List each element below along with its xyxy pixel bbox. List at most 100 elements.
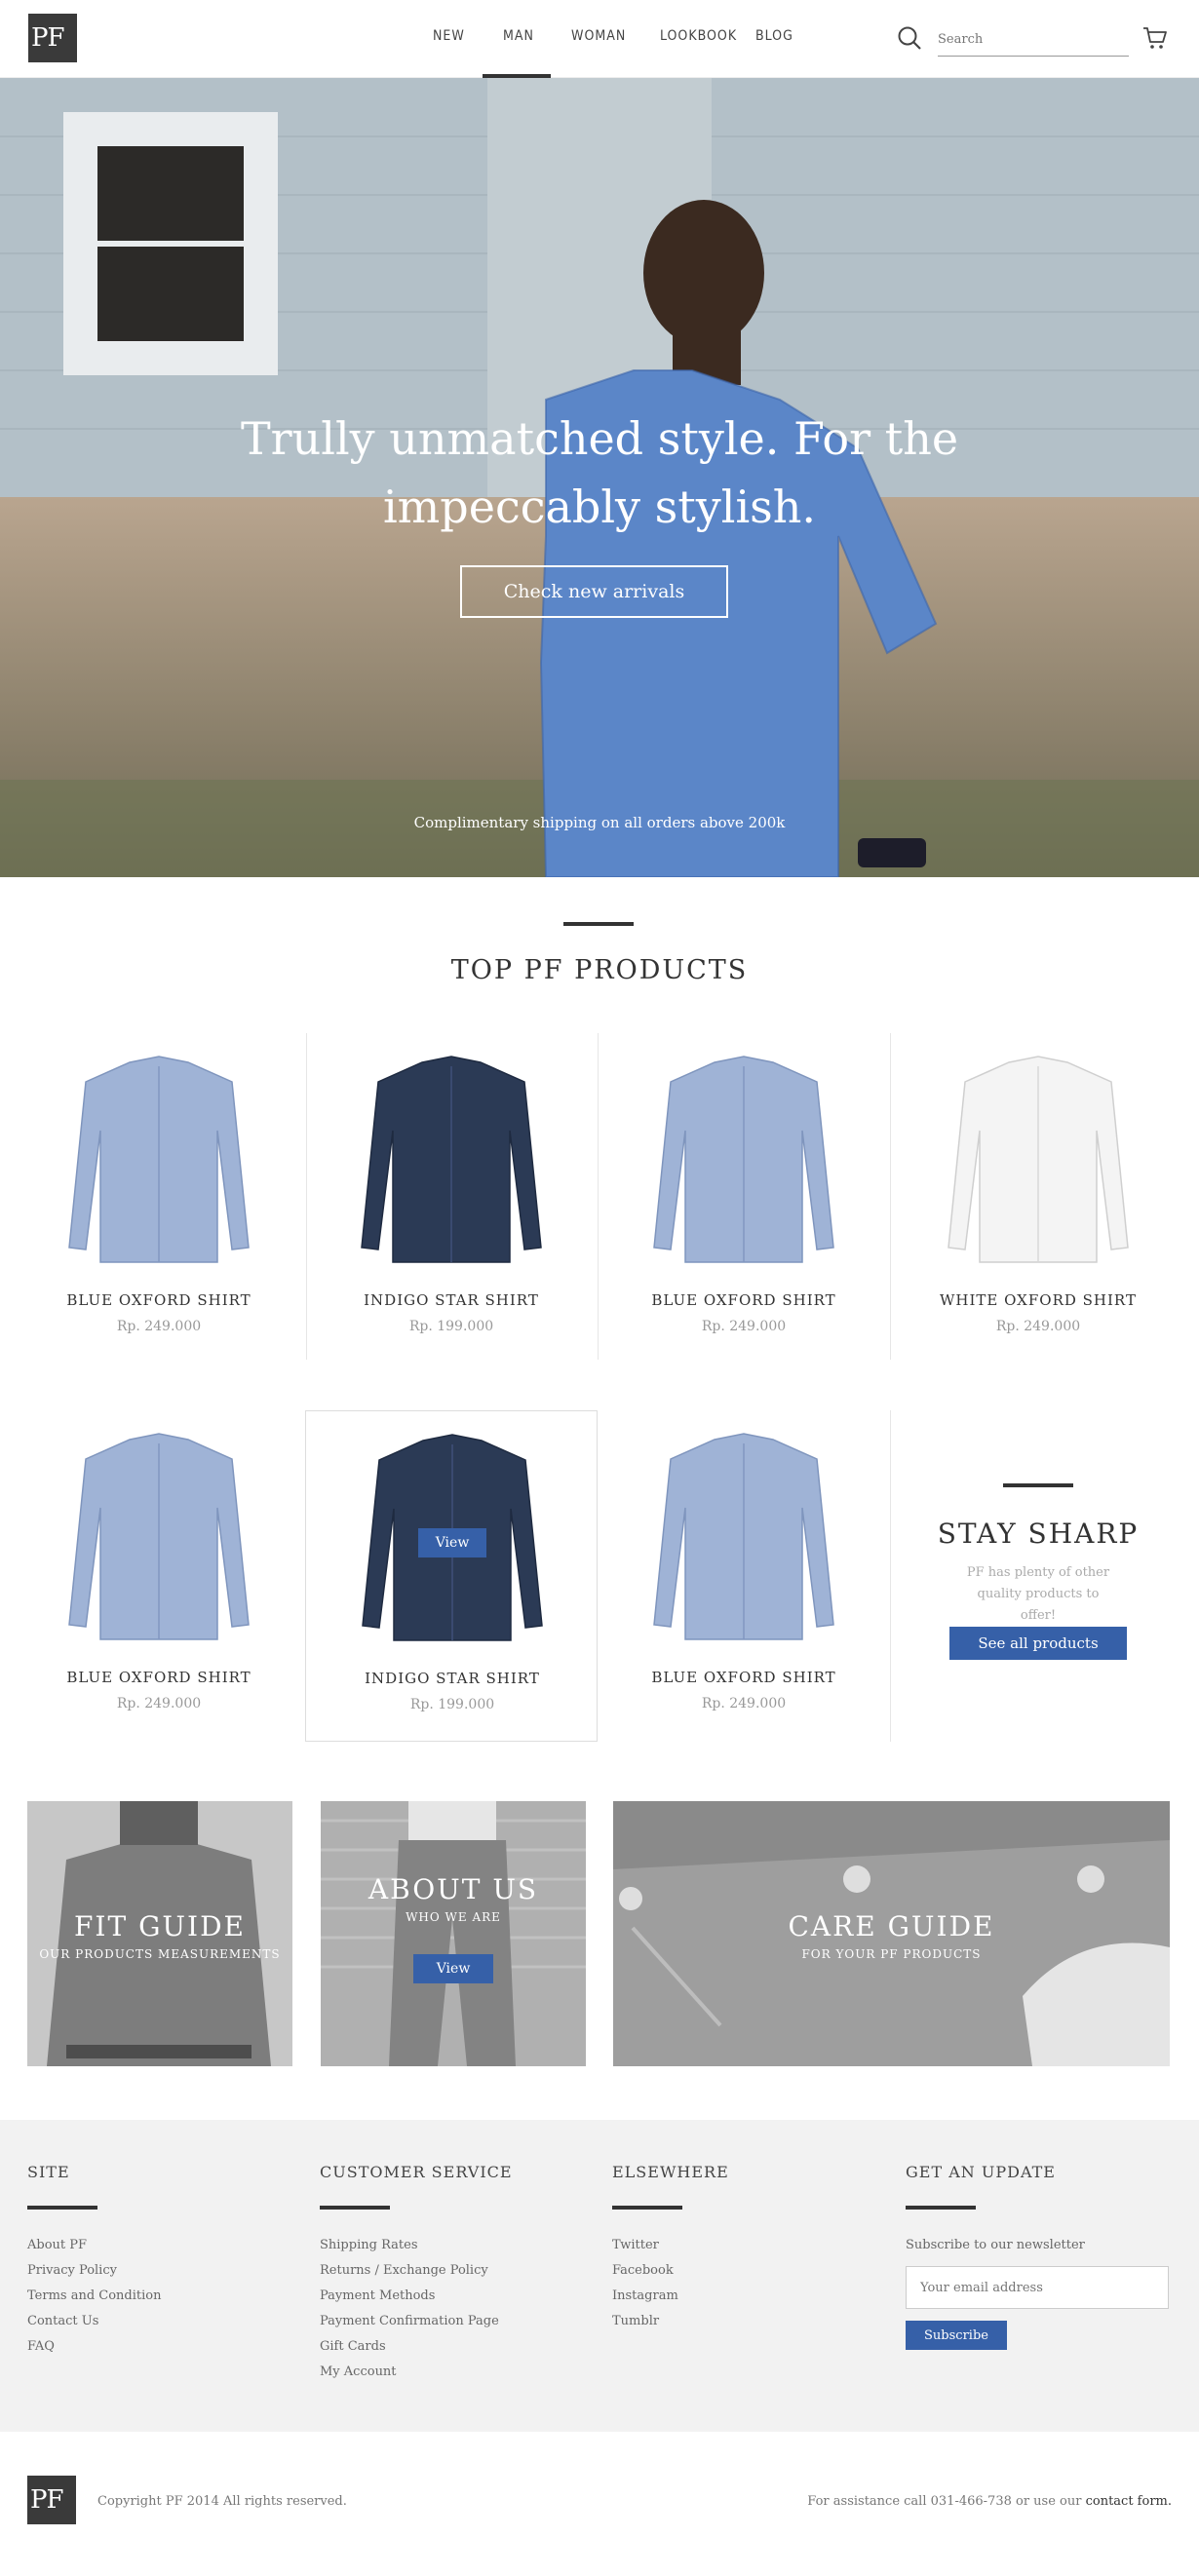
product-image <box>948 1056 1129 1263</box>
product-price: Rp. 249.000 <box>701 1696 787 1711</box>
fit-guide-tile[interactable]: FIT GUIDE OUR PRODUCTS MEASUREMENTS <box>27 1801 292 2066</box>
search-input[interactable] <box>938 23 1129 57</box>
product-image <box>68 1056 250 1263</box>
nav-blog[interactable]: BLOG <box>755 28 793 44</box>
footer-rule <box>906 2206 976 2210</box>
product-card[interactable]: INDIGO STAR SHIRT Rp. 199.000 <box>305 1033 598 1365</box>
product-price: Rp. 199.000 <box>409 1697 495 1712</box>
footer-link[interactable]: Payment Methods <box>320 2284 573 2309</box>
product-name: BLUE OXFORD SHIRT <box>66 1291 251 1309</box>
care-guide-tile[interactable]: CARE GUIDE FOR YOUR PF PRODUCTS <box>613 1801 1170 2066</box>
footer-link[interactable]: Twitter <box>612 2233 866 2258</box>
about-us-tile[interactable]: ABOUT US WHO WE ARE View <box>321 1801 586 2066</box>
footer-rule <box>320 2206 390 2210</box>
footer-rule <box>612 2206 682 2210</box>
assistance-text: For assistance call 031-466-738 or use o… <box>807 2494 1172 2509</box>
product-name: INDIGO STAR SHIRT <box>365 1670 540 1687</box>
hero-banner: Trully unmatched style. For the impeccab… <box>0 78 1199 877</box>
about-us-image <box>321 1801 586 2066</box>
product-name: BLUE OXFORD SHIRT <box>66 1669 251 1686</box>
footer-site-column: SITE About PF Privacy Policy Terms and C… <box>27 2163 281 2360</box>
product-price: Rp. 249.000 <box>701 1319 787 1334</box>
nav-man[interactable]: MAN <box>503 28 534 44</box>
footer-link[interactable]: Shipping Rates <box>320 2233 573 2258</box>
shipping-note: Complimentary shipping on all orders abo… <box>413 814 786 831</box>
product-divider <box>890 1410 891 1742</box>
footer-service-column: CUSTOMER SERVICE Shipping Rates Returns … <box>320 2163 573 2385</box>
assistance-prefix: For assistance call 031-466-738 or use o… <box>807 2494 1082 2509</box>
section-divider <box>563 922 634 926</box>
product-card[interactable]: BLUE OXFORD SHIRT Rp. 249.000 <box>13 1410 305 1742</box>
product-card[interactable]: WHITE OXFORD SHIRT Rp. 249.000 <box>892 1033 1184 1365</box>
about-us-title: ABOUT US <box>367 1873 539 1905</box>
footer-rule <box>27 2206 97 2210</box>
footer-update-column: GET AN UPDATE Subscribe to our newslette… <box>906 2163 1179 2350</box>
logo[interactable]: PF <box>28 14 77 62</box>
stay-sharp-panel: STAY SHARP PF has plenty of other qualit… <box>892 1410 1184 1742</box>
product-image <box>361 1056 542 1263</box>
product-image <box>653 1056 834 1263</box>
footer-link[interactable]: My Account <box>320 2360 573 2385</box>
hero-title-line-1: Trully unmatched style. For the <box>240 412 959 465</box>
site-header: PF NEW MAN WOMAN LOOKBOOK BLOG <box>0 0 1199 78</box>
product-price: Rp. 249.000 <box>116 1696 202 1711</box>
contact-form-link[interactable]: contact form. <box>1086 2494 1172 2509</box>
footer-heading: SITE <box>27 2163 70 2181</box>
footer-link[interactable]: Tumblr <box>612 2309 866 2334</box>
fit-guide-title: FIT GUIDE <box>74 1910 246 1942</box>
footer-link[interactable]: Privacy Policy <box>27 2258 281 2284</box>
search-icon[interactable] <box>897 25 922 51</box>
footer-heading: ELSEWHERE <box>612 2163 729 2181</box>
copyright-text: Copyright PF 2014 All rights reserved. <box>97 2494 347 2509</box>
product-card[interactable]: BLUE OXFORD SHIRT Rp. 249.000 <box>598 1410 890 1742</box>
footer-link[interactable]: Payment Confirmation Page <box>320 2309 573 2334</box>
stay-sharp-title: STAY SHARP <box>937 1518 1140 1550</box>
product-card[interactable]: BLUE OXFORD SHIRT Rp. 249.000 <box>13 1033 305 1365</box>
footer-link[interactable]: Contact Us <box>27 2309 281 2334</box>
view-product-button[interactable]: View <box>418 1528 486 1557</box>
fit-guide-subtitle: OUR PRODUCTS MEASUREMENTS <box>39 1947 281 1961</box>
nav-new[interactable]: NEW <box>433 28 465 44</box>
product-price: Rp. 249.000 <box>116 1319 202 1334</box>
care-guide-subtitle: FOR YOUR PF PRODUCTS <box>801 1947 982 1961</box>
product-card-hovered[interactable]: View INDIGO STAR SHIRT Rp. 199.000 <box>305 1410 598 1742</box>
footer-link[interactable]: Gift Cards <box>320 2334 573 2360</box>
product-price: Rp. 249.000 <box>995 1319 1081 1334</box>
bottom-bar: PF Copyright PF 2014 All rights reserved… <box>0 2432 1199 2576</box>
see-all-products-button[interactable]: See all products <box>949 1627 1127 1660</box>
about-us-view-button[interactable]: View <box>413 1954 493 1983</box>
footer-elsewhere-column: ELSEWHERE Twitter Facebook Instagram Tum… <box>612 2163 866 2334</box>
footer-link[interactable]: FAQ <box>27 2334 281 2360</box>
footer-link[interactable]: Facebook <box>612 2258 866 2284</box>
footer-link[interactable]: Returns / Exchange Policy <box>320 2258 573 2284</box>
newsletter-email-input[interactable] <box>906 2266 1169 2309</box>
product-price: Rp. 199.000 <box>408 1319 494 1334</box>
footer-logo[interactable]: PF <box>27 2476 76 2524</box>
care-guide-title: CARE GUIDE <box>788 1910 995 1942</box>
nav-woman[interactable]: WOMAN <box>571 28 626 44</box>
hero-title: Trully unmatched style. For the impeccab… <box>0 404 1199 541</box>
product-divider <box>890 1033 891 1360</box>
stay-sharp-description: PF has plenty of other quality products … <box>966 1565 1110 1623</box>
footer-link[interactable]: About PF <box>27 2233 281 2258</box>
product-card[interactable]: BLUE OXFORD SHIRT Rp. 249.000 <box>598 1033 890 1365</box>
newsletter-text: Subscribe to our newsletter <box>906 2238 1085 2252</box>
stay-sharp-divider <box>1003 1483 1073 1487</box>
product-name: WHITE OXFORD SHIRT <box>940 1291 1137 1309</box>
product-name: BLUE OXFORD SHIRT <box>651 1669 836 1686</box>
cart-icon[interactable] <box>1142 25 1168 51</box>
footer-link[interactable]: Terms and Condition <box>27 2284 281 2309</box>
product-name: INDIGO STAR SHIRT <box>364 1291 539 1309</box>
product-name: BLUE OXFORD SHIRT <box>651 1291 836 1309</box>
footer: SITE About PF Privacy Policy Terms and C… <box>0 2120 1199 2432</box>
footer-heading: GET AN UPDATE <box>906 2163 1056 2181</box>
product-image <box>653 1433 834 1640</box>
nav-lookbook[interactable]: LOOKBOOK <box>660 28 737 44</box>
footer-heading: CUSTOMER SERVICE <box>320 2163 513 2181</box>
product-image <box>68 1433 250 1640</box>
subscribe-button[interactable]: Subscribe <box>906 2321 1007 2350</box>
section-title: TOP PF PRODUCTS <box>450 955 749 985</box>
check-new-arrivals-button[interactable]: Check new arrivals <box>460 565 728 618</box>
about-us-subtitle: WHO WE ARE <box>406 1910 501 1924</box>
footer-link[interactable]: Instagram <box>612 2284 866 2309</box>
